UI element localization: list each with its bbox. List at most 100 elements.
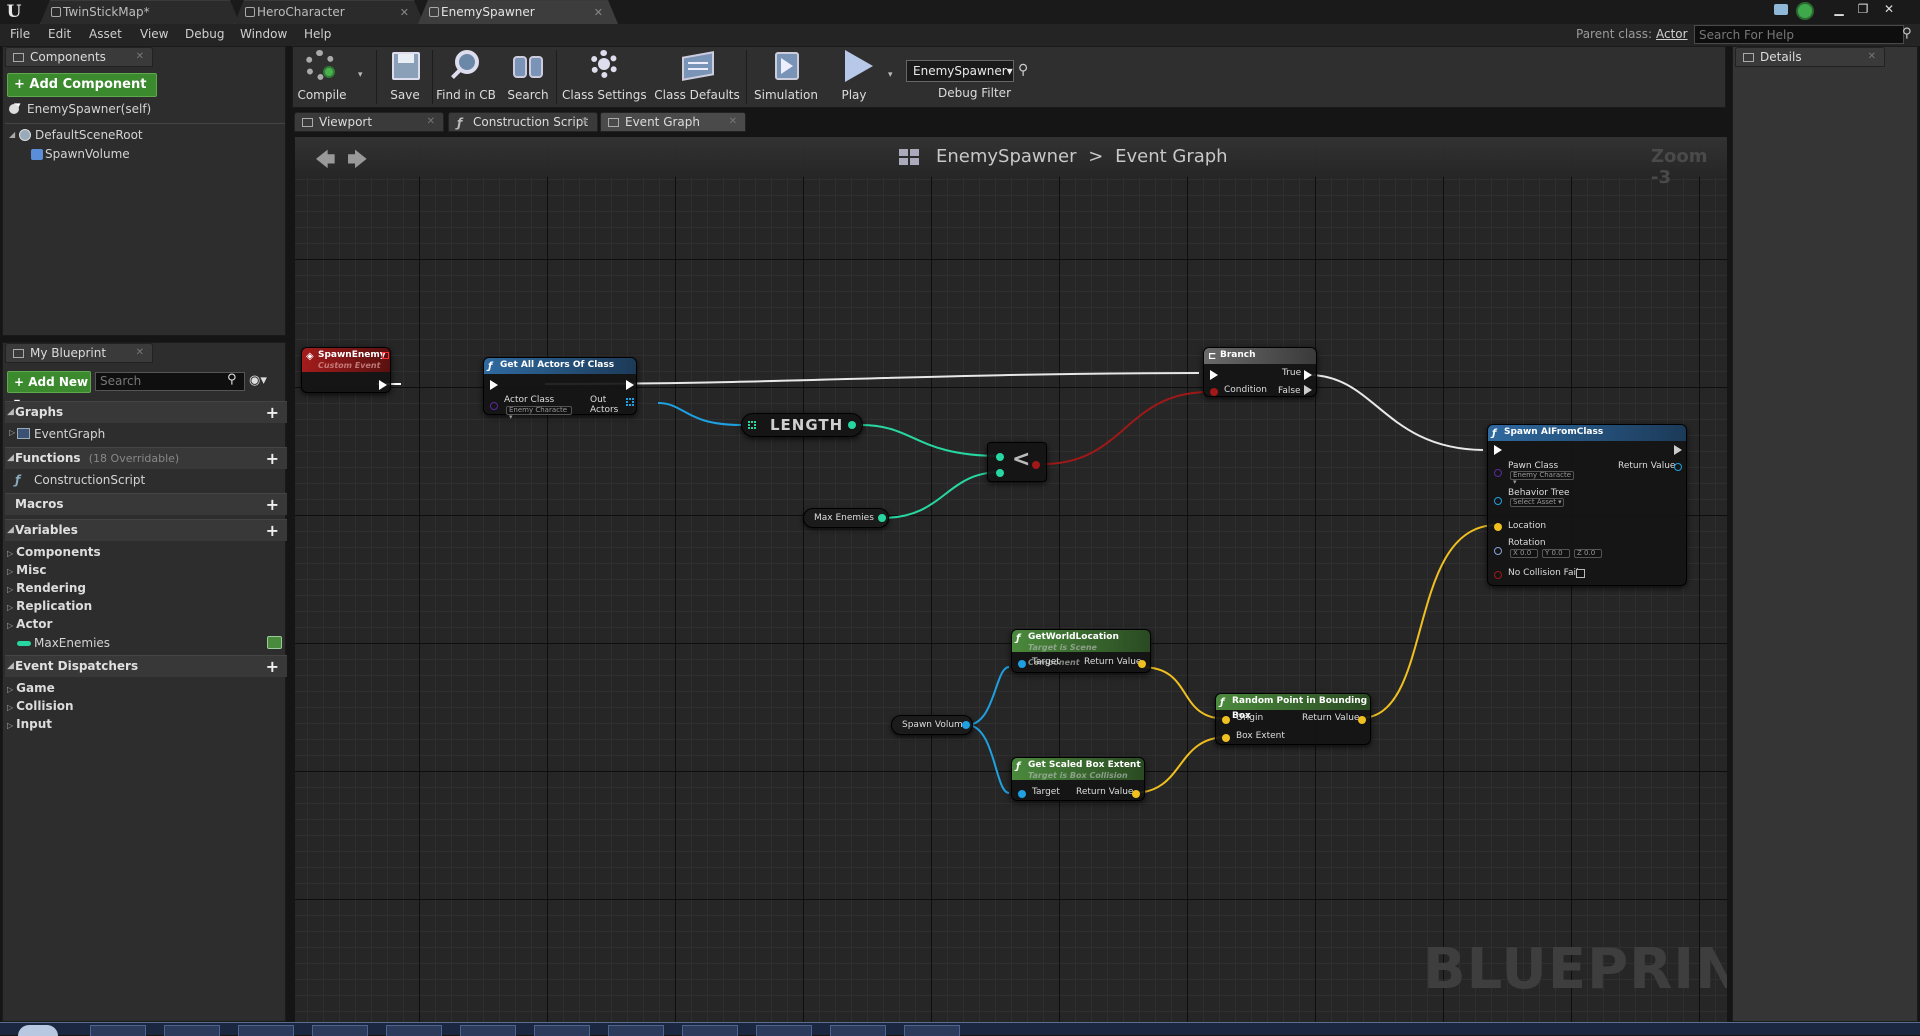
help-search-input[interactable]: Search For Help [1694, 25, 1904, 44]
save-button[interactable]: Save [384, 50, 426, 106]
no-collision-fail-checkbox[interactable] [1576, 569, 1585, 578]
actor-class-pin[interactable] [490, 402, 498, 410]
taskbar-app[interactable] [756, 1025, 812, 1036]
add-macro-icon[interactable]: + [266, 494, 279, 515]
my-blueprint-tab[interactable]: My Blueprint ✕ [5, 343, 153, 363]
pawn-class-dropdown[interactable]: Enemy Characte ▾ [1510, 471, 1574, 486]
play-button[interactable]: Play [826, 50, 882, 106]
category-macros[interactable]: Macros + [5, 493, 287, 515]
menu-view[interactable]: View [140, 27, 168, 41]
find-in-cb-button[interactable]: Find in CB [434, 50, 498, 106]
add-new-button[interactable]: + Add New ▾ [7, 371, 91, 409]
node-branch[interactable]: ⊏ Branch True Condition False [1203, 347, 1317, 397]
menu-file[interactable]: File [10, 27, 30, 41]
chevron-down-icon[interactable]: ▾ [358, 70, 363, 80]
target-pin[interactable] [1018, 660, 1026, 668]
graph-item-eventgraph[interactable]: EventGraph [34, 427, 105, 441]
simulation-button[interactable]: Simulation [752, 50, 820, 106]
menu-edit[interactable]: Edit [48, 27, 71, 41]
taskbar-app[interactable] [312, 1025, 368, 1036]
taskbar-app[interactable] [608, 1025, 664, 1036]
close-icon[interactable]: ✕ [581, 113, 589, 131]
component-self[interactable]: EnemySpawner(self) [27, 102, 151, 116]
int-out-pin[interactable] [848, 421, 856, 429]
add-function-icon[interactable]: + [266, 448, 279, 469]
exec-out-pin[interactable] [626, 380, 634, 390]
component-spawnvolume[interactable]: SpawnVolume [45, 147, 130, 161]
exec-out-pin[interactable] [1674, 445, 1682, 455]
delegate-pin[interactable] [382, 352, 389, 359]
components-tab[interactable]: Components ✕ [5, 47, 153, 67]
node-get-world-location[interactable]: ƒ GetWorldLocation Target is Scene Compo… [1011, 629, 1151, 673]
search-icon[interactable]: ⚲ [1018, 62, 1028, 78]
taskbar-app[interactable] [830, 1025, 886, 1036]
variable-group-actor[interactable]: ▷ Actor [7, 617, 52, 631]
close-icon[interactable]: ✕ [594, 1, 603, 24]
taskbar-app[interactable] [90, 1025, 146, 1036]
int-out-pin[interactable] [878, 514, 886, 522]
node-length[interactable]: LENGTH [741, 413, 863, 437]
expand-icon[interactable]: ◢ [9, 130, 15, 139]
menu-asset[interactable]: Asset [89, 27, 122, 41]
tab-construction-script[interactable]: ƒ Construction Script ✕ [448, 112, 598, 132]
taskbar-app[interactable] [534, 1025, 590, 1036]
close-icon[interactable]: ✕ [136, 48, 144, 66]
add-component-button[interactable]: + Add Component ▾ [7, 73, 157, 114]
return-value-pin[interactable] [1138, 660, 1146, 668]
int-in-pin-a[interactable] [996, 453, 1004, 461]
minimize-icon[interactable]: ▁ [1828, 0, 1850, 18]
visibility-eye-icon[interactable] [267, 636, 282, 649]
exec-in-pin[interactable] [1494, 445, 1502, 455]
exec-true-pin[interactable] [1304, 370, 1312, 380]
start-button-icon[interactable] [18, 1025, 58, 1036]
node-spawn-enemy[interactable]: ◈ SpawnEnemy Custom Event [301, 347, 391, 393]
category-event-dispatchers[interactable]: ◢ Event Dispatchers + [5, 655, 287, 677]
add-dispatcher-icon[interactable]: + [266, 656, 279, 677]
search-button[interactable]: Search [504, 50, 552, 106]
tab-viewport[interactable]: Viewport ✕ [294, 112, 444, 132]
taskbar-app[interactable] [904, 1025, 960, 1036]
close-icon[interactable]: ✕ [427, 113, 435, 131]
array-in-pin[interactable] [748, 421, 756, 429]
taskbar-app[interactable] [386, 1025, 442, 1036]
taskbar-app[interactable] [164, 1025, 220, 1036]
return-value-pin[interactable] [1674, 463, 1682, 471]
box-extent-pin[interactable] [1222, 734, 1230, 742]
search-icon[interactable]: ⚲ [1902, 26, 1912, 41]
source-control-icon[interactable] [1796, 2, 1814, 20]
menu-window[interactable]: Window [240, 27, 287, 41]
actor-class-dropdown[interactable]: Enemy Characte ▾ [506, 406, 572, 421]
taskbar-app[interactable] [682, 1025, 738, 1036]
component-defaultsceneroot[interactable]: DefaultSceneRoot [35, 128, 143, 142]
behavior-tree-pin[interactable] [1494, 497, 1502, 505]
chevron-down-icon[interactable]: ▾ [888, 70, 893, 80]
return-value-pin[interactable] [1132, 790, 1140, 798]
variable-group-rendering[interactable]: ▷ Rendering [7, 581, 86, 595]
class-settings-button[interactable]: Class Settings [562, 50, 647, 106]
tab-herocharacter[interactable]: HeroCharacter ✕ [234, 0, 424, 24]
exec-in-pin[interactable] [1210, 370, 1218, 380]
blueprint-search-input[interactable]: Search [95, 372, 245, 391]
node-random-point-in-bounding-box[interactable]: ƒ Random Point in Bounding Box Origin Re… [1215, 693, 1371, 745]
category-variables[interactable]: ◢ Variables + [5, 519, 287, 541]
rotation-x-field[interactable]: X 0.0 [1510, 549, 1538, 558]
details-tab[interactable]: Details ✕ [1735, 47, 1885, 67]
close-icon[interactable]: ✕ [729, 113, 737, 131]
debug-object-dropdown[interactable]: EnemySpawner▾ [906, 60, 1014, 82]
node-spawn-volume[interactable]: Spawn Volume [891, 715, 973, 735]
node-get-scaled-box-extent[interactable]: ƒ Get Scaled Box Extent Target is Box Co… [1011, 757, 1145, 801]
rotation-z-field[interactable]: Z 0.0 [1574, 549, 1602, 558]
dispatcher-group-input[interactable]: ▷ Input [7, 717, 52, 731]
close-icon[interactable]: ✕ [400, 1, 409, 24]
tab-event-graph[interactable]: Event Graph ✕ [600, 112, 746, 132]
origin-pin[interactable] [1222, 716, 1230, 724]
notification-icon[interactable] [1774, 4, 1788, 15]
no-collision-fail-pin[interactable] [1494, 571, 1502, 579]
variable-group-misc[interactable]: ▷ Misc [7, 563, 46, 577]
eye-icon[interactable]: ◉▾ [249, 373, 267, 388]
expand-icon[interactable]: ▷ [9, 428, 15, 437]
behavior-tree-dropdown[interactable]: Select Asset ▾ [1510, 498, 1564, 507]
pawn-class-pin[interactable] [1494, 469, 1502, 477]
parent-class-link[interactable]: Actor [1656, 27, 1688, 41]
category-graphs[interactable]: ◢ Graphs + [5, 401, 287, 423]
